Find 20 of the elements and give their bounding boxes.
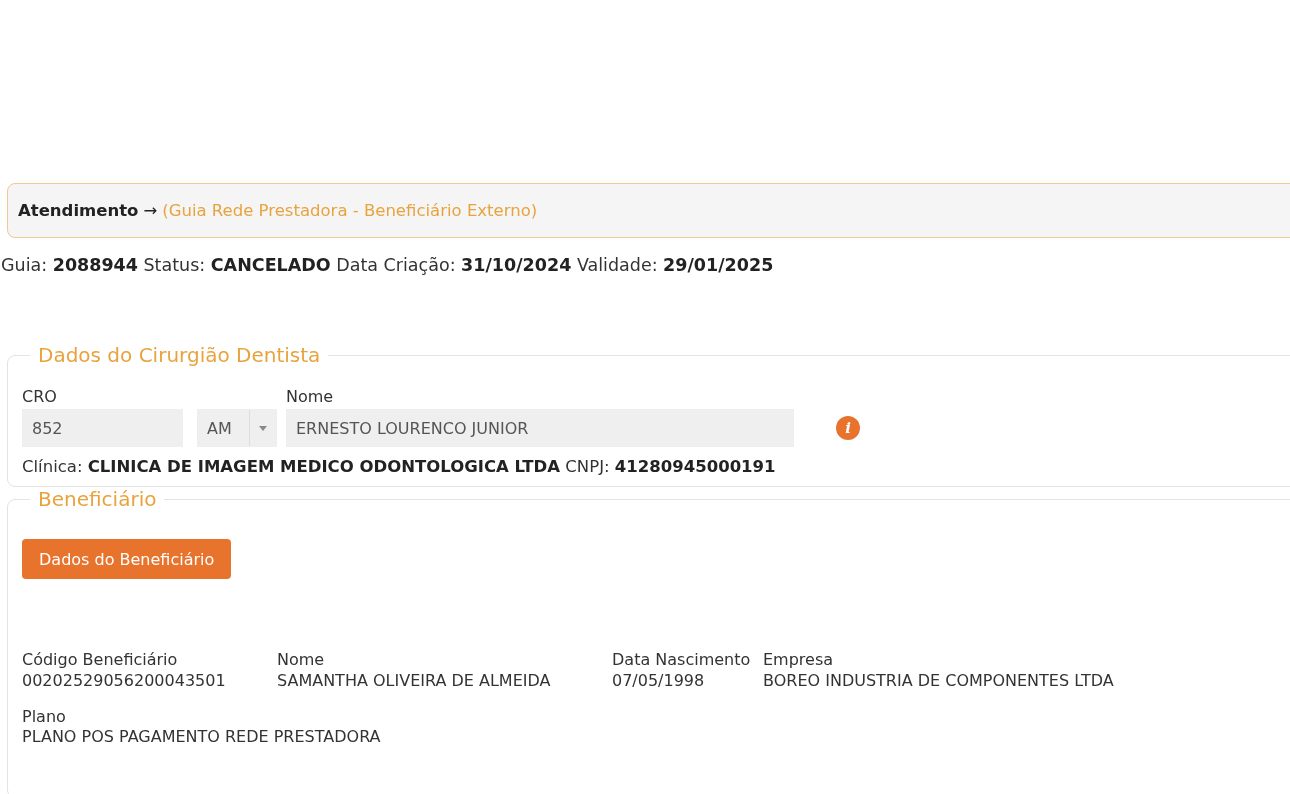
detail-value: 07/05/1998 — [612, 670, 706, 691]
section-title: Dados do Cirurgião Dentista — [37, 343, 322, 367]
detail-label: Data Nascimento — [612, 649, 752, 670]
caret-icon — [259, 425, 267, 431]
detail-value: BOREO INDUSTRIA DE COMPONENTES LTDA — [763, 670, 1114, 691]
field-label: Nome — [286, 387, 335, 408]
detail-label: Plano — [22, 707, 67, 727]
detail-value: SAMANTHA OLIVEIRA DE ALMEIDA — [277, 670, 552, 691]
detail-label: Nome — [277, 649, 326, 670]
breadcrumb-title: Atendimento — [18, 201, 139, 220]
detail-label: Empresa — [763, 649, 835, 670]
detail-value: PLANO POS PAGAMENTO REDE PRESTADORA — [22, 727, 382, 747]
clinic-info: Clínica: CLINICA DE IMAGEM MEDICO ODONTOLOGICA LTDA CNPJ: 41280945000191 — [22, 457, 777, 476]
guide-summary: Guia: 2088944 Status: CANCELADO Data Criação: 31/10/2024 Validade: 29/01/2025 — [1, 255, 775, 275]
section-title: Beneficiário — [37, 487, 158, 511]
detail-label: Código Beneficiário — [22, 649, 179, 670]
field-label: CRO — [22, 387, 58, 408]
detail-value: 00202529056200043501 — [22, 670, 227, 691]
breadcrumb-subtitle: (Guia Rede Prestadora - Beneficiário Externo) — [162, 201, 538, 220]
arrow-glyph: → — [143, 201, 158, 220]
